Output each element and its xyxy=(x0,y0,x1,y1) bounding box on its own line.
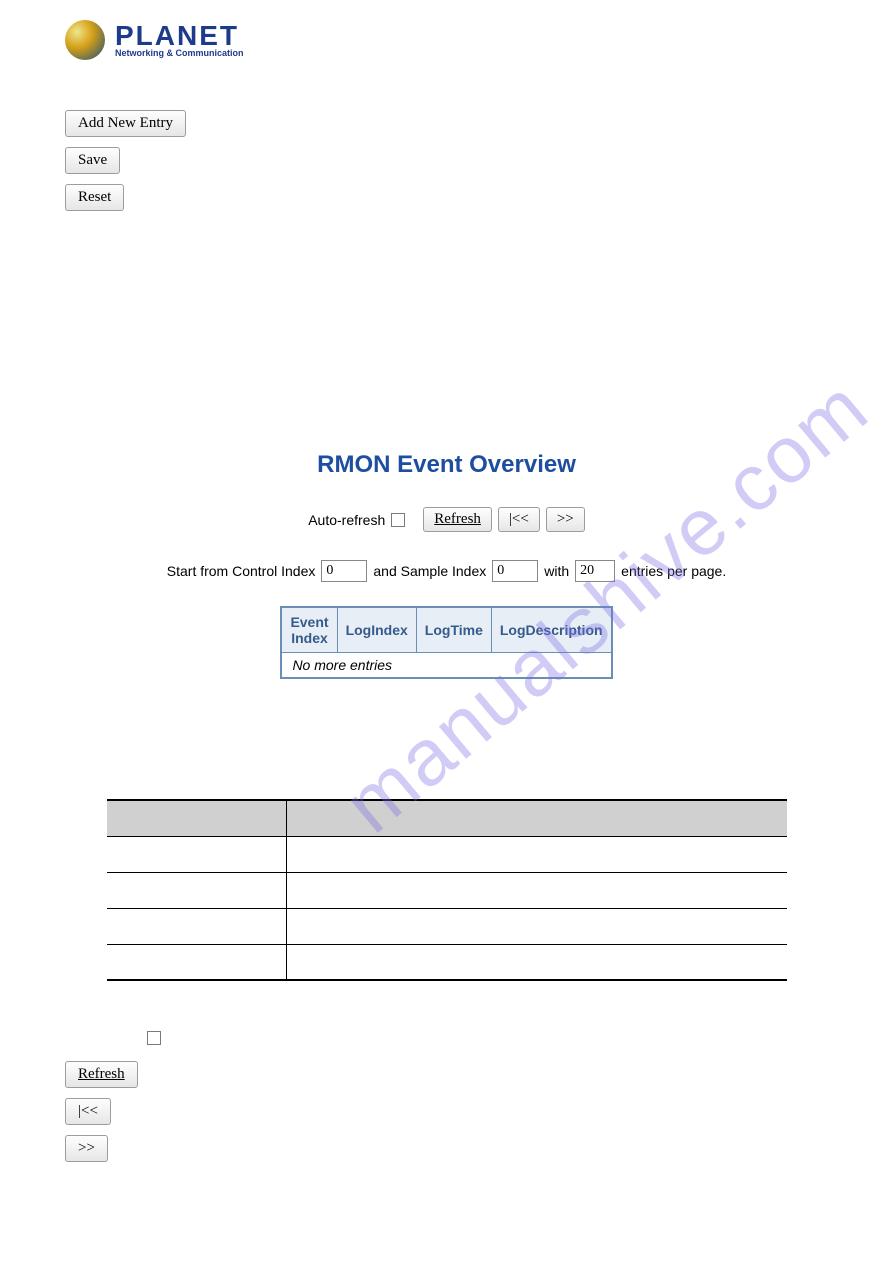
bottom-button-group: Refresh |<< >> xyxy=(65,1061,893,1162)
bottom-checkbox[interactable] xyxy=(147,1031,161,1045)
control-index-input[interactable] xyxy=(321,560,367,582)
sample-index-label: and Sample Index xyxy=(373,563,486,579)
logo-text: PLANET Networking & Communication xyxy=(115,22,244,58)
bottom-checkbox-row xyxy=(65,1031,893,1045)
sample-index-input[interactable] xyxy=(492,560,538,582)
empty-message: No more entries xyxy=(281,653,611,679)
controls-row-1: Auto-refresh Refresh |<< >> xyxy=(308,507,585,532)
bottom-area: Refresh |<< >> xyxy=(0,981,893,1162)
bottom-next-button[interactable]: >> xyxy=(65,1135,108,1162)
save-button[interactable]: Save xyxy=(65,147,120,174)
refresh-button[interactable]: Refresh xyxy=(423,507,492,532)
bottom-first-button[interactable]: |<< xyxy=(65,1098,111,1125)
first-page-button[interactable]: |<< xyxy=(498,507,540,532)
entries-label: entries per page. xyxy=(621,563,726,579)
bottom-refresh-button[interactable]: Refresh xyxy=(65,1061,138,1088)
description-table xyxy=(107,799,787,981)
desc-row xyxy=(107,908,787,944)
start-control-label: Start from Control Index xyxy=(167,563,316,579)
next-page-button[interactable]: >> xyxy=(546,507,585,532)
controls-row-2: Start from Control Index and Sample Inde… xyxy=(167,560,726,582)
logo-main-text: PLANET xyxy=(115,22,244,50)
col-event-index: EventIndex xyxy=(281,607,337,653)
top-button-group: Add New Entry Save Reset xyxy=(0,60,893,211)
logo-area: PLANET Networking & Communication xyxy=(0,0,893,60)
col-log-time: LogTime xyxy=(416,607,491,653)
event-overview-table: EventIndex LogIndex LogTime LogDescripti… xyxy=(280,606,612,679)
with-label: with xyxy=(544,563,569,579)
desc-row xyxy=(107,872,787,908)
desc-header-row xyxy=(107,800,787,836)
auto-refresh-checkbox[interactable] xyxy=(391,513,405,527)
desc-row xyxy=(107,836,787,872)
entries-per-page-input[interactable] xyxy=(575,560,615,582)
add-new-entry-button[interactable]: Add New Entry xyxy=(65,110,186,137)
page-title: RMON Event Overview xyxy=(0,451,893,479)
logo-sub-text: Networking & Communication xyxy=(115,48,244,58)
col-log-description: LogDescription xyxy=(491,607,611,653)
overview-section: RMON Event Overview Auto-refresh Refresh… xyxy=(0,451,893,679)
desc-row xyxy=(107,944,787,980)
auto-refresh-label: Auto-refresh xyxy=(308,512,385,528)
planet-logo-icon xyxy=(65,20,105,60)
reset-button[interactable]: Reset xyxy=(65,184,124,211)
col-log-index: LogIndex xyxy=(337,607,416,653)
